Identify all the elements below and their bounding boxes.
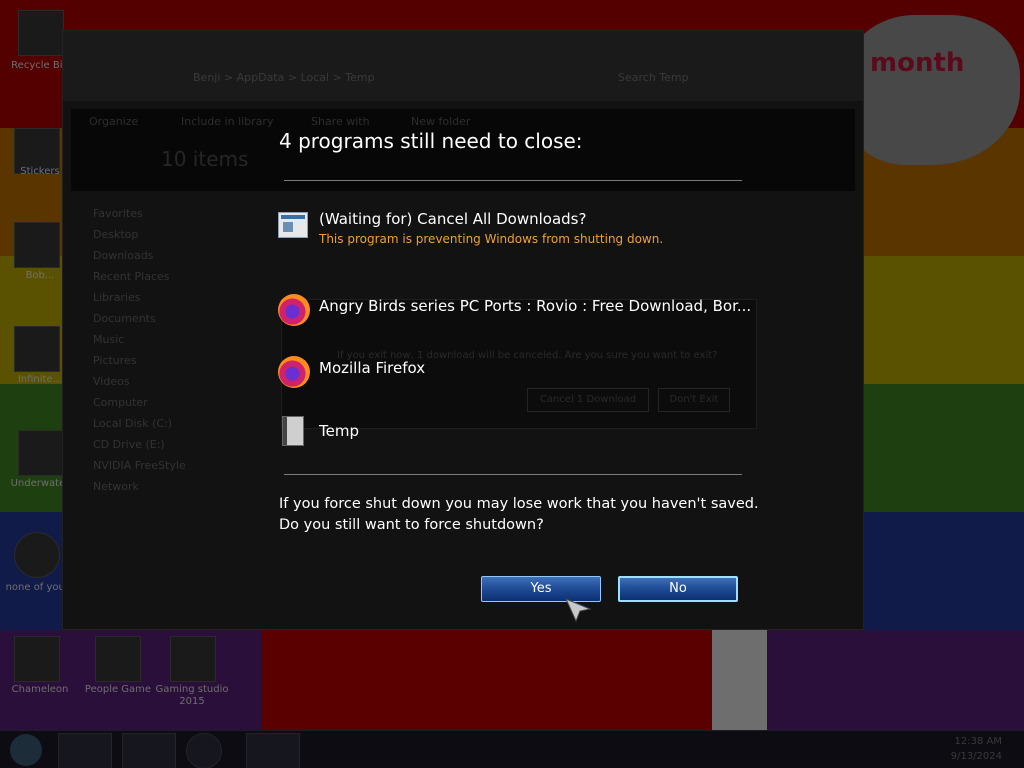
dialog-message: If you force shut down you may lose work…	[279, 494, 759, 536]
nav-item[interactable]: Videos	[93, 371, 243, 392]
message-line-2: Do you still want to force shutdown?	[279, 517, 544, 533]
taskbar-explorer-button[interactable]	[58, 733, 112, 768]
wallpaper-white-block	[712, 615, 767, 730]
shutdown-blocker-dialog: 4 programs still need to close: (Waiting…	[248, 112, 776, 622]
desktop-icon-label: People Game	[84, 684, 152, 695]
desktop-file-icon[interactable]	[14, 532, 60, 578]
desktop-icon-label: Gaming studio 2015	[155, 684, 229, 707]
taskbar-firefox-button[interactable]	[186, 733, 222, 768]
clock-time: 12:38 AM	[954, 736, 1002, 747]
taskbar-app-button[interactable]	[246, 733, 300, 768]
nav-item[interactable]: Computer	[93, 392, 243, 413]
nav-item[interactable]: Favorites	[93, 203, 243, 224]
nav-item[interactable]: Local Disk (C:)	[93, 413, 243, 434]
wallpaper-speech-bubble	[845, 15, 1020, 165]
top-divider	[284, 180, 742, 181]
app-name: Angry Birds series PC Ports : Rovio : Fr…	[319, 297, 752, 315]
wallpaper-red-block	[262, 630, 714, 730]
bottom-divider	[284, 474, 742, 475]
screen: month Recycle Bin Stickers Bob... Infini…	[0, 0, 1024, 768]
nav-item[interactable]: Downloads	[93, 245, 243, 266]
firefox-icon	[278, 294, 310, 326]
mouse-cursor-icon	[565, 598, 592, 623]
desktop-file-icon[interactable]	[14, 636, 60, 682]
nav-item[interactable]: Libraries	[93, 287, 243, 308]
taskbar: 12:38 AM 9/13/2024	[0, 730, 1024, 768]
firefox-icon	[278, 356, 310, 388]
address-bar[interactable]: Benji > AppData > Local > Temp	[193, 71, 375, 84]
search-input[interactable]: Search Temp	[618, 71, 689, 84]
recycle-bin-icon[interactable]	[18, 10, 64, 56]
navigation-pane: Favorites Desktop Downloads Recent Place…	[93, 203, 243, 497]
taskbar-clock[interactable]: 12:38 AM 9/13/2024	[951, 734, 1002, 764]
no-button[interactable]: No	[618, 576, 738, 602]
desktop-file-icon[interactable]	[14, 326, 60, 372]
desktop-file-icon[interactable]	[95, 636, 141, 682]
folder-icon	[282, 416, 304, 446]
desktop-file-icon[interactable]	[14, 222, 60, 268]
nav-item[interactable]: Pictures	[93, 350, 243, 371]
app-name: Mozilla Firefox	[319, 359, 426, 377]
nav-item[interactable]: Desktop	[93, 224, 243, 245]
taskbar-app-button[interactable]	[122, 733, 176, 768]
app-name: (Waiting for) Cancel All Downloads?	[319, 210, 587, 228]
desktop-file-icon[interactable]	[18, 430, 64, 476]
dialog-heading: 4 programs still need to close:	[279, 129, 583, 153]
toolbar-organize[interactable]: Organize	[89, 115, 138, 128]
window-icon	[278, 212, 308, 238]
app-name: Temp	[319, 422, 359, 440]
explorer-address-area: Benji > AppData > Local > Temp Search Te…	[63, 31, 863, 101]
desktop-file-icon[interactable]	[170, 636, 216, 682]
clock-date: 9/13/2024	[950, 751, 1002, 762]
message-line-1: If you force shut down you may lose work…	[279, 496, 759, 512]
nav-item[interactable]: NVIDIA FreeStyle	[93, 455, 243, 476]
nav-item[interactable]: Music	[93, 329, 243, 350]
nav-item[interactable]: Network	[93, 476, 243, 497]
wallpaper-text: month	[870, 48, 965, 78]
app-warning: This program is preventing Windows from …	[319, 232, 664, 246]
start-button[interactable]	[10, 734, 42, 766]
nav-item[interactable]: CD Drive (E:)	[93, 434, 243, 455]
desktop-icon-label: Chameleon	[11, 684, 69, 695]
nav-item[interactable]: Documents	[93, 308, 243, 329]
item-count: 10 items	[161, 147, 249, 171]
nav-item[interactable]: Recent Places	[93, 266, 243, 287]
